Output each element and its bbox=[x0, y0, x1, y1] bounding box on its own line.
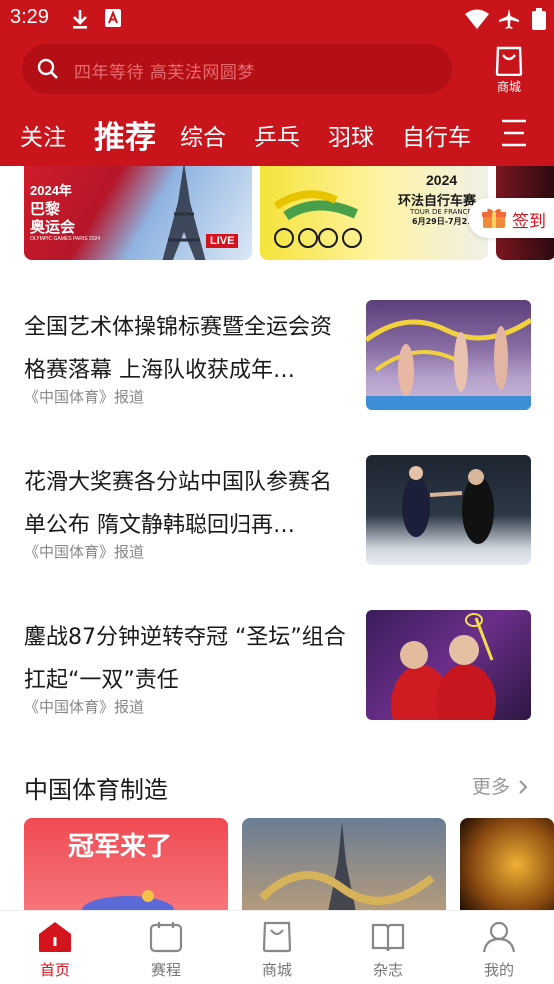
news-source: 《中国体育》报道 bbox=[24, 698, 145, 716]
banner2-year: 2024 bbox=[426, 172, 458, 188]
tab-badminton[interactable]: 羽球 bbox=[328, 118, 374, 152]
status-bar: 3:29 bbox=[0, 0, 554, 38]
product-card[interactable]: 冠军来了 bbox=[24, 818, 228, 912]
news-source: 《中国体育》报道 bbox=[24, 543, 145, 561]
nav-label: 商城 bbox=[261, 961, 292, 979]
gift-icon bbox=[482, 208, 506, 228]
banner2-subtitle: TOUR DE FRANCE bbox=[410, 208, 472, 216]
nav-shop[interactable]: 商城 bbox=[222, 911, 332, 984]
more-label: 更多 bbox=[472, 776, 511, 798]
product-card[interactable] bbox=[242, 818, 446, 912]
status-time: 3:29 bbox=[10, 6, 49, 28]
banner2-date: 6月29日-7月21 bbox=[412, 217, 473, 226]
news-item[interactable]: 全国艺术体操锦标赛暨全运会资格赛落幕 上海队收获成年… 《中国体育》报道 bbox=[0, 300, 554, 436]
nav-label: 首页 bbox=[39, 961, 70, 979]
search-bar[interactable]: 四年等待 高芙法网圆梦 bbox=[22, 44, 452, 94]
shop-label: 商城 bbox=[496, 80, 521, 94]
nav-label: 赛程 bbox=[150, 961, 181, 979]
banner-paris-olympics[interactable]: 2024年 巴黎 奥运会 OLYMPIC GAMES PARIS 2024 LI… bbox=[24, 166, 252, 260]
product-cards: 冠军来了 bbox=[0, 818, 554, 912]
header: 3:29 四年等待 高芙法网圆梦 商城 关注 推荐 综合 乒乓 羽球 自行车 bbox=[0, 0, 554, 166]
banner2-title: 环法自行车赛 bbox=[398, 194, 477, 209]
news-title: 全国艺术体操锦标赛暨全运会资格赛落幕 上海队收获成年… bbox=[24, 315, 333, 383]
banner1-year: 2024年 bbox=[30, 183, 72, 198]
tab-cycling[interactable]: 自行车 bbox=[402, 118, 471, 152]
news-title: 鏖战87分钟逆转夺冠 “圣坛”组合扛起“一双”责任 bbox=[24, 625, 346, 693]
signin-label: 签到 bbox=[512, 212, 546, 232]
news-title: 花滑大奖赛各分站中国队参赛名单公布 隋文静韩聪回归再… bbox=[24, 470, 333, 538]
download-icon bbox=[70, 8, 90, 34]
more-link[interactable]: 更多 bbox=[472, 772, 528, 799]
banner-tour-de-france[interactable]: 2024 环法自行车赛 TOUR DE FRANCE 6月29日-7月21 bbox=[260, 166, 488, 260]
nav-profile[interactable]: 我的 bbox=[444, 911, 554, 984]
category-tabs: 关注 推荐 综合 乒乓 羽球 自行车 bbox=[0, 108, 554, 158]
search-placeholder: 四年等待 高芙法网圆梦 bbox=[74, 63, 255, 83]
tab-recommend[interactable]: 推荐 bbox=[94, 112, 156, 157]
nav-label: 我的 bbox=[483, 961, 514, 979]
calligraphy-decoration-icon bbox=[259, 871, 435, 905]
menu-icon[interactable] bbox=[500, 118, 528, 152]
news-thumbnail bbox=[366, 610, 531, 720]
nav-schedule[interactable]: 赛程 bbox=[111, 911, 221, 984]
card-title: 冠军来了 bbox=[68, 832, 173, 862]
home-icon bbox=[39, 922, 71, 952]
book-icon bbox=[371, 923, 405, 952]
bottom-navigation: 首页 赛程 商城 杂志 我的 bbox=[0, 910, 554, 984]
banner1-line2: 奥运会 bbox=[30, 219, 76, 236]
news-item[interactable]: 鏖战87分钟逆转夺冠 “圣坛”组合扛起“一双”责任 《中国体育》报道 bbox=[0, 610, 554, 746]
tab-general[interactable]: 综合 bbox=[180, 118, 226, 152]
card-illustration-icon bbox=[82, 890, 174, 912]
live-badge: LIVE bbox=[206, 234, 239, 248]
battery-icon bbox=[532, 8, 546, 34]
app-notification-icon bbox=[104, 8, 122, 32]
shopping-bag-icon bbox=[262, 921, 292, 953]
news-item[interactable]: 花滑大奖赛各分站中国队参赛名单公布 隋文静韩聪回归再… 《中国体育》报道 bbox=[0, 455, 554, 591]
news-thumbnail bbox=[366, 455, 531, 565]
wifi-icon bbox=[464, 8, 490, 34]
search-icon bbox=[36, 57, 60, 85]
shop-button[interactable]: 商城 bbox=[484, 44, 534, 96]
signin-button[interactable]: 签到 bbox=[468, 198, 554, 238]
product-card[interactable] bbox=[460, 818, 554, 912]
tab-table-tennis[interactable]: 乒乓 bbox=[254, 118, 300, 152]
cyclists-illustration-icon bbox=[273, 190, 362, 248]
calendar-icon bbox=[149, 922, 183, 953]
tab-follow[interactable]: 关注 bbox=[20, 118, 66, 152]
chevron-right-icon bbox=[519, 780, 528, 794]
nav-home[interactable]: 首页 bbox=[0, 911, 110, 984]
nav-label: 杂志 bbox=[372, 961, 403, 979]
app-screen: 3:29 四年等待 高芙法网圆梦 商城 关注 推荐 综合 乒乓 羽球 自行车 2… bbox=[0, 0, 554, 984]
shopping-bag-icon bbox=[495, 46, 523, 76]
airplane-mode-icon bbox=[497, 8, 521, 34]
nav-magazine[interactable]: 杂志 bbox=[333, 911, 443, 984]
banner1-small-text: OLYMPIC GAMES PARIS 2024 bbox=[30, 236, 101, 242]
user-icon bbox=[482, 921, 516, 953]
news-thumbnail bbox=[366, 300, 531, 410]
news-source: 《中国体育》报道 bbox=[24, 388, 145, 406]
section-title: 中国体育制造 bbox=[24, 776, 168, 804]
